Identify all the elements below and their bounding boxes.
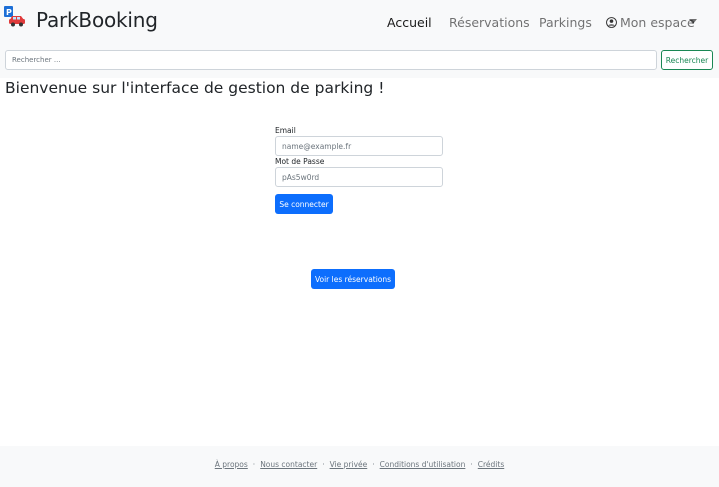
footer: À propos · Nous contacter · Vie privée · Condi… <box>0 446 719 487</box>
login-button[interactable]: Se connecter <box>275 194 333 214</box>
footer-link-about[interactable]: À propos <box>215 460 248 469</box>
password-field[interactable] <box>275 167 443 187</box>
brand-name[interactable]: ParkBooking <box>36 8 158 32</box>
parking-car-logo-icon[interactable]: P <box>4 6 26 28</box>
search-button[interactable]: Rechercher <box>661 50 713 70</box>
view-reservations-button[interactable]: Voir les réservations <box>311 269 395 289</box>
footer-separator: · <box>322 460 325 469</box>
email-label: Email <box>275 126 296 135</box>
footer-separator: · <box>372 460 375 469</box>
footer-link-contact[interactable]: Nous contacter <box>260 460 317 469</box>
email-field[interactable] <box>275 136 443 156</box>
nav-item-parkings[interactable]: Parkings <box>539 15 592 30</box>
nav-item-accueil[interactable]: Accueil <box>387 15 432 30</box>
footer-separator: · <box>252 460 256 469</box>
footer-links: À propos · Nous contacter · Vie privée · Condi… <box>0 460 719 469</box>
user-circle-icon[interactable] <box>606 17 617 28</box>
caret-down-icon[interactable] <box>689 19 697 24</box>
nav-item-reservations[interactable]: Réservations <box>449 15 530 30</box>
search-bar: Rechercher <box>0 44 719 78</box>
account-menu-toggle[interactable]: Mon espace <box>620 15 695 30</box>
footer-link-credits[interactable]: Crédits <box>478 460 504 469</box>
footer-link-privacy[interactable]: Vie privée <box>330 460 368 469</box>
footer-link-terms[interactable]: Conditions d'utilisation <box>380 460 466 469</box>
footer-separator: · <box>470 460 473 469</box>
search-input[interactable] <box>5 50 657 70</box>
svg-text:P: P <box>6 8 12 17</box>
password-label: Mot de Passe <box>275 157 325 166</box>
navbar: P ParkBooking Accueil Réservations Parki… <box>0 0 719 44</box>
page-title: Bienvenue sur l'interface de gestion de … <box>5 79 385 97</box>
